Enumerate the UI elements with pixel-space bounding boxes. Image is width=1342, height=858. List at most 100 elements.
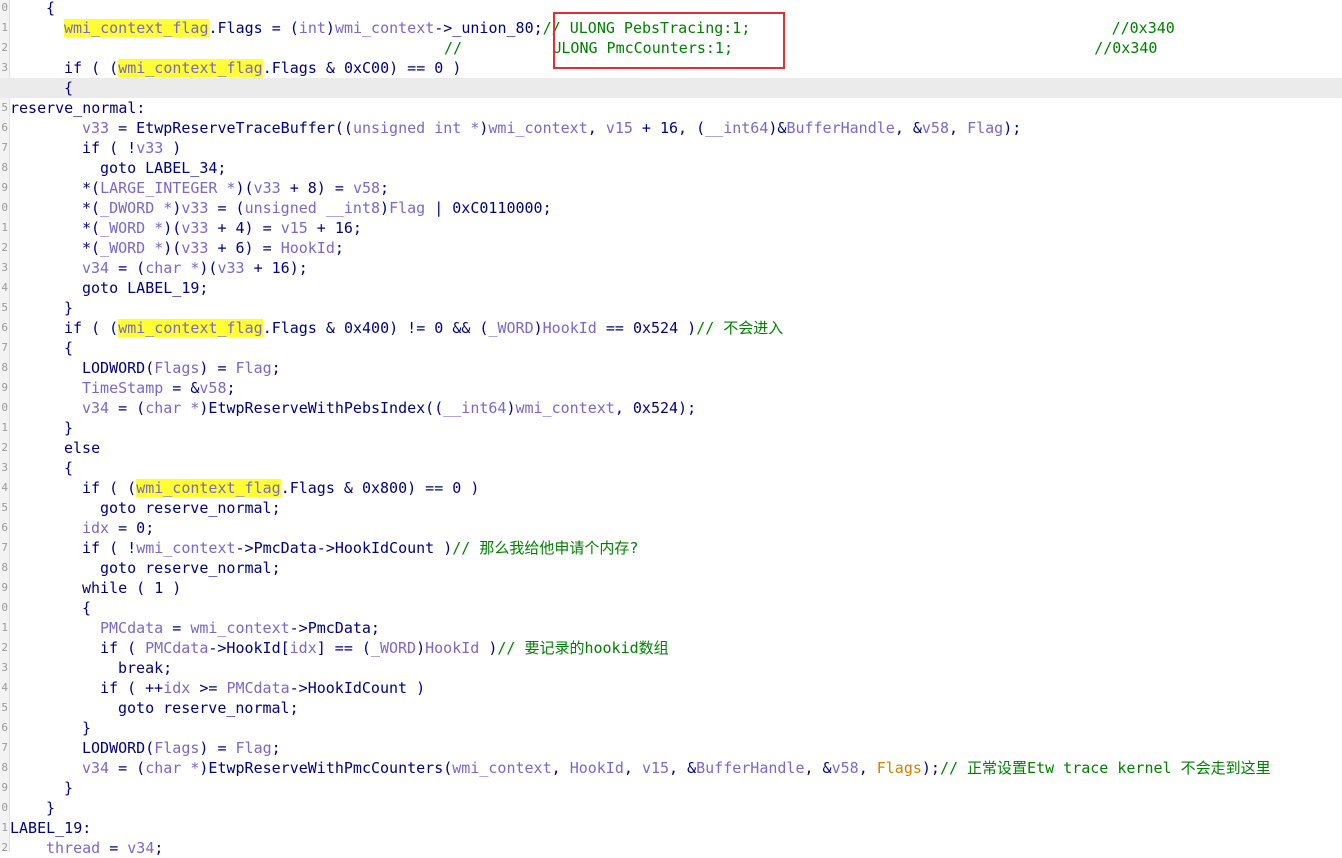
code-line[interactable]: TimeStamp = &v58; bbox=[0, 378, 1342, 398]
code-line[interactable]: } bbox=[0, 798, 1342, 818]
code-token: } bbox=[64, 419, 74, 437]
code-token: Flags bbox=[154, 359, 200, 377]
code-line[interactable]: } bbox=[0, 718, 1342, 738]
code-token: )EtwpReserveWithPebsIndex(( bbox=[199, 399, 444, 417]
code-line[interactable]: thread = v34; bbox=[0, 838, 1342, 858]
code-token: wmi_context bbox=[334, 19, 435, 37]
code-line[interactable]: goto reserve_normal; bbox=[0, 498, 1342, 518]
code-token: reserve_normal: bbox=[10, 99, 146, 117]
code-token: else bbox=[64, 439, 101, 457]
code-line[interactable]: goto reserve_normal; bbox=[0, 558, 1342, 578]
code-line[interactable]: *(_WORD *)(v33 + 6) = HookId; bbox=[0, 238, 1342, 258]
code-token: *( bbox=[82, 219, 101, 237]
code-token: { bbox=[64, 459, 74, 477]
code-line[interactable]: } bbox=[0, 778, 1342, 798]
code-line[interactable]: if ( ++idx >= PMCdata->HookIdCount ) bbox=[0, 678, 1342, 698]
code-token: v34 bbox=[82, 399, 110, 417]
code-token: unsigned __int8 bbox=[244, 199, 381, 217]
code-line[interactable]: else bbox=[0, 438, 1342, 458]
code-comment: // 要记录的hookid数组 bbox=[497, 639, 669, 657]
code-line[interactable]: v34 = (char *)EtwpReserveWithPmcCounters… bbox=[0, 758, 1342, 778]
code-token: = ( bbox=[109, 259, 146, 277]
highlighted-identifier: wmi_context_flag bbox=[64, 19, 209, 37]
code-line[interactable]: { bbox=[0, 458, 1342, 478]
code-token: ; bbox=[380, 179, 390, 197]
code-line[interactable]: { bbox=[0, 78, 1342, 98]
code-line[interactable]: if ( !v33 ) bbox=[0, 138, 1342, 158]
pseudocode-view[interactable]: {wmi_context_flag.Flags = (int)wmi_conte… bbox=[0, 0, 1342, 857]
code-line[interactable]: LODWORD(Flags) = Flag; bbox=[0, 358, 1342, 378]
code-token: v58 bbox=[199, 379, 227, 397]
code-line[interactable]: if ( (wmi_context_flag.Flags & 0x800) ==… bbox=[0, 478, 1342, 498]
code-line[interactable]: v33 = EtwpReserveTraceBuffer((unsigned i… bbox=[0, 118, 1342, 138]
code-token: Flag bbox=[235, 739, 272, 757]
code-token: TimeStamp bbox=[82, 379, 164, 397]
code-token: idx bbox=[163, 679, 191, 697]
code-token: ] == ( bbox=[316, 639, 371, 657]
code-line[interactable]: v34 = (char *)(v33 + 16); bbox=[0, 258, 1342, 278]
code-token: { bbox=[46, 0, 56, 17]
code-line[interactable]: goto LABEL_19; bbox=[0, 278, 1342, 298]
code-token: ) bbox=[416, 639, 426, 657]
code-token: v34 bbox=[82, 759, 110, 777]
code-token: char * bbox=[145, 399, 200, 417]
code-line[interactable]: if ( (wmi_context_flag.Flags & 0x400) !=… bbox=[0, 318, 1342, 338]
highlighted-identifier: wmi_context_flag bbox=[118, 59, 263, 77]
code-line[interactable]: break; bbox=[0, 658, 1342, 678]
code-line[interactable]: *(_DWORD *)v33 = (unsigned __int8)Flag |… bbox=[0, 198, 1342, 218]
code-token: .Flags = ( bbox=[208, 19, 299, 37]
code-token: ) bbox=[479, 639, 498, 657]
code-line[interactable]: { bbox=[0, 598, 1342, 618]
code-token: ; bbox=[334, 239, 344, 257]
code-line[interactable]: } bbox=[0, 298, 1342, 318]
code-token: _WORD bbox=[370, 639, 417, 657]
code-token: >= bbox=[190, 679, 227, 697]
code-token: .Flags & 0x400) != 0 && ( bbox=[262, 319, 489, 337]
code-token: = & bbox=[163, 379, 200, 397]
code-line[interactable]: while ( 1 ) bbox=[0, 578, 1342, 598]
code-token: if ( ! bbox=[82, 139, 137, 157]
code-token: if ( ! bbox=[82, 539, 137, 557]
code-token: v15 bbox=[605, 119, 633, 137]
code-token: v58 bbox=[831, 759, 859, 777]
code-line[interactable]: if ( !wmi_context->PmcData->HookIdCount … bbox=[0, 538, 1342, 558]
code-token: )( bbox=[163, 219, 182, 237]
code-line[interactable]: { bbox=[0, 338, 1342, 358]
code-line[interactable]: LABEL_19: bbox=[0, 818, 1342, 838]
code-token: ; bbox=[154, 839, 164, 857]
code-token: char * bbox=[145, 759, 200, 777]
code-line[interactable]: if ( PMCdata->HookId[idx] == (_WORD)Hook… bbox=[0, 638, 1342, 658]
code-token: if ( ( bbox=[64, 319, 119, 337]
code-token: PMCdata bbox=[145, 639, 209, 657]
code-token: Flags bbox=[876, 759, 922, 777]
code-token: HookId bbox=[542, 319, 597, 337]
code-line[interactable]: goto reserve_normal; bbox=[0, 698, 1342, 718]
code-token: ); bbox=[921, 759, 940, 777]
code-token: goto LABEL_19; bbox=[82, 279, 209, 297]
code-token: wmi_context bbox=[452, 759, 552, 777]
code-line[interactable]: *(LARGE_INTEGER *)(v33 + 8) = v58; bbox=[0, 178, 1342, 198]
code-token: *( bbox=[82, 199, 101, 217]
code-line[interactable]: *(_WORD *)(v33 + 4) = v15 + 16; bbox=[0, 218, 1342, 238]
code-token: , & bbox=[804, 759, 832, 777]
code-token: wmi_context bbox=[190, 619, 290, 637]
code-line[interactable]: LODWORD(Flags) = Flag; bbox=[0, 738, 1342, 758]
code-token: goto reserve_normal; bbox=[118, 699, 299, 717]
code-token: ) bbox=[172, 199, 182, 217]
code-token: | 0xC0110000; bbox=[425, 199, 552, 217]
code-token: break; bbox=[118, 659, 173, 677]
code-line[interactable]: } bbox=[0, 418, 1342, 438]
code-token: + 6) = bbox=[208, 239, 281, 257]
code-line[interactable]: PMCdata = wmi_context->PmcData; bbox=[0, 618, 1342, 638]
code-token: ->_union_80; bbox=[434, 19, 543, 37]
code-line[interactable]: idx = 0; bbox=[0, 518, 1342, 538]
code-line[interactable]: v34 = (char *)EtwpReserveWithPebsIndex((… bbox=[0, 398, 1342, 418]
code-line[interactable]: goto LABEL_34; bbox=[0, 158, 1342, 178]
code-token: HookId bbox=[425, 639, 480, 657]
code-line[interactable]: reserve_normal: bbox=[0, 98, 1342, 118]
code-token: + 16; bbox=[307, 219, 362, 237]
code-token: ->PmcData; bbox=[289, 619, 380, 637]
code-token: wmi_context bbox=[515, 399, 615, 417]
code-token: v33 bbox=[253, 179, 281, 197]
code-token: , & bbox=[669, 759, 697, 777]
